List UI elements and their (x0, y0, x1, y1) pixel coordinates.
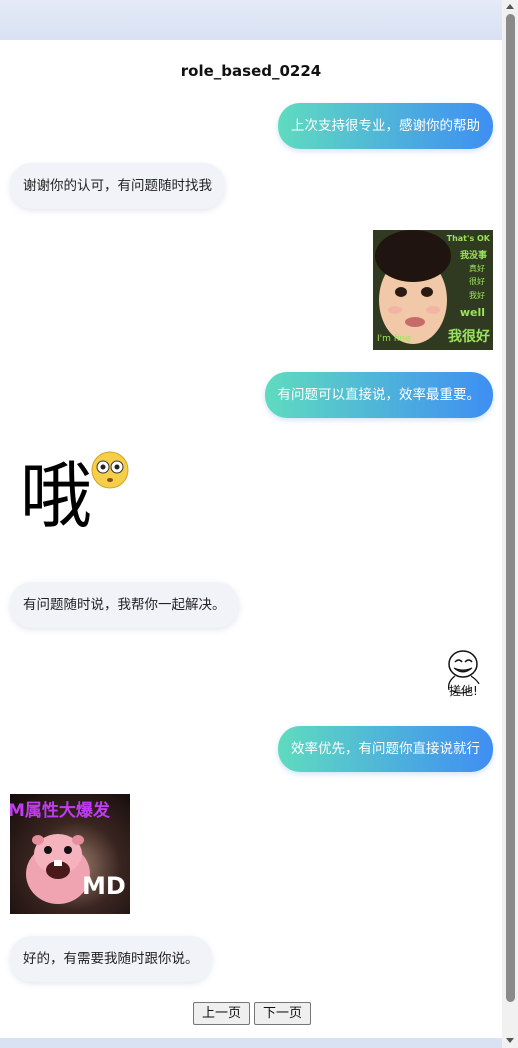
doodle-face-sticker: 搓他! (439, 646, 493, 704)
sticker-caption: I'm fine (377, 334, 411, 344)
conversation-title: role_based_0224 (180, 62, 322, 80)
girl-sticker: That's OK 我没事 真好 很好 我好 well 我很好 I'm fine (373, 230, 493, 350)
sticker-caption: 真好 (469, 264, 485, 273)
sticker-caption: 我很好 (448, 329, 490, 345)
next-page-button[interactable]: 下一页 (254, 1002, 312, 1025)
sticker-caption: well (459, 306, 485, 319)
scrollbar-thumb[interactable] (506, 14, 515, 1002)
bottom-bar (0, 1038, 502, 1048)
bot-message-bubble: 有问题随时说，我帮你一起解决。 (10, 582, 239, 628)
sticker-caption: MD (82, 872, 126, 900)
sticker-caption: 搓他! (449, 684, 478, 698)
sticker-caption: That's OK (446, 234, 490, 243)
sticker-caption: M属性大爆发 (10, 801, 110, 821)
loopy-beaver-sticker: M属性大爆发 MD (10, 794, 130, 914)
bot-message-bubble: 好的，有需要我随时跟你说。 (10, 936, 212, 982)
sticker-caption: 哦 (20, 454, 93, 538)
top-bar (0, 0, 502, 40)
oh-emoji-sticker: 哦 (10, 438, 130, 558)
sticker-caption: 我好 (469, 291, 485, 300)
scroll-down-arrow-icon[interactable] (506, 1038, 514, 1043)
sticker-caption: 我没事 (459, 251, 487, 261)
user-message-bubble: 上次支持很专业，感谢你的帮助 (278, 103, 493, 149)
prev-page-button[interactable]: 上一页 (193, 1002, 251, 1025)
bot-message-bubble: 谢谢你的认可，有问题随时找我 (10, 163, 225, 209)
user-message-bubble: 有问题可以直接说，效率最重要。 (264, 372, 493, 418)
sticker-caption: 很好 (469, 277, 485, 286)
scroll-up-arrow-icon[interactable] (506, 4, 514, 9)
user-message-bubble: 效率优先，有问题你直接说就行 (278, 726, 493, 772)
